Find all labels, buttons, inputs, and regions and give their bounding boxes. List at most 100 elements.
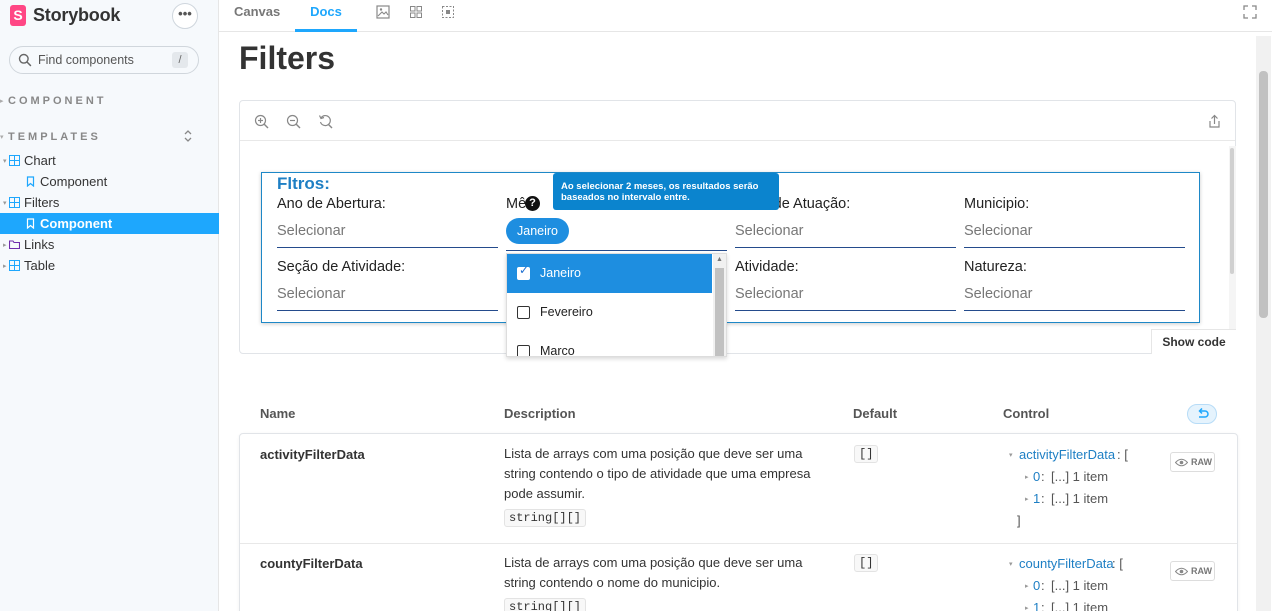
arg-default: [] (854, 554, 879, 572)
collapse-caret-icon[interactable]: ▾ (0, 133, 4, 141)
zoom-out-icon[interactable] (286, 114, 301, 129)
sidebar-item-links[interactable]: ▸ Links (0, 234, 219, 255)
sidebar-item-label: Chart (24, 153, 56, 168)
preview-toolbar (240, 101, 1235, 141)
storybook-logo: S (10, 5, 26, 26)
search-input[interactable] (38, 47, 173, 73)
zoom-reset-icon[interactable] (318, 114, 333, 129)
selected-month-chip[interactable]: Janeiro (506, 218, 569, 244)
scrollbar-thumb[interactable] (715, 268, 724, 356)
control-key[interactable]: activityFilterData (1019, 447, 1115, 462)
control-entry-key[interactable]: 1 (1033, 491, 1040, 506)
caret-icon: ▸ (3, 241, 7, 249)
control-separator: : [ (1117, 447, 1128, 462)
sidebar-item-chart-component[interactable]: Component (0, 171, 219, 192)
select-secao-atividade[interactable]: Selecionar (277, 284, 498, 311)
select-municipio[interactable]: Selecionar (964, 221, 1185, 248)
select-ano-abertura[interactable]: Selecionar (277, 221, 498, 248)
reset-controls-button[interactable] (1187, 404, 1217, 424)
control-separator: : [ (1112, 556, 1123, 571)
folder-icon (9, 240, 20, 250)
month-option-label: Janeiro (540, 266, 581, 280)
help-icon[interactable]: ? (525, 196, 540, 211)
caret-icon: ▾ (3, 157, 7, 165)
sidebar-menu-button[interactable]: ••• (172, 3, 198, 29)
sidebar-item-filters-component[interactable]: Component (0, 213, 219, 234)
column-header-description: Description (504, 406, 576, 421)
docs-scrollbar[interactable] (1256, 36, 1271, 611)
raw-label: RAW (1191, 457, 1212, 467)
control-entry-key[interactable]: 0 (1033, 578, 1040, 593)
sidebar-item-chart[interactable]: ▾ Chart (0, 150, 219, 171)
group-component[interactable]: COMPONENT (8, 95, 107, 107)
tab-canvas[interactable]: Canvas (234, 0, 280, 32)
field-label-municipio: Municipio: (964, 196, 1030, 212)
arg-type: string[][] (504, 509, 587, 527)
control-entry-sep: : (1041, 469, 1045, 484)
zoom-in-icon[interactable] (254, 114, 269, 129)
component-grid-icon (9, 197, 20, 208)
collapse-caret-icon[interactable]: ▸ (0, 97, 4, 105)
preview-scrollbar[interactable] (1229, 146, 1236, 331)
expand-collapse-icon[interactable] (182, 129, 194, 143)
field-label-atividade: Atividade: (735, 259, 799, 275)
dropdown-scrollbar[interactable]: ▲ (713, 254, 726, 356)
show-code-button[interactable]: Show code (1151, 329, 1236, 354)
raw-toggle-button[interactable]: RAW (1170, 561, 1215, 581)
select-setor-atuacao[interactable]: Selecionar (735, 221, 956, 248)
sidebar-item-label: Table (24, 258, 56, 273)
control-entry-value: [...] 1 item (1051, 600, 1109, 611)
month-option[interactable]: Fevereiro (507, 293, 712, 332)
group-templates[interactable]: TEMPLATES (8, 131, 101, 143)
expand-caret-icon[interactable]: ▸ (1025, 604, 1029, 611)
bookmark-icon (26, 218, 35, 229)
expand-caret-icon[interactable]: ▸ (1025, 582, 1029, 590)
control-entry-key[interactable]: 1 (1033, 600, 1040, 611)
outline-icon[interactable] (441, 5, 455, 19)
select-atividade[interactable]: Selecionar (735, 284, 956, 311)
search-icon (18, 53, 32, 67)
control-key[interactable]: countyFilterData (1019, 556, 1114, 571)
tab-docs[interactable]: Docs (295, 0, 357, 32)
filters-title: Fltros: (277, 174, 330, 193)
expand-caret-icon[interactable]: ▸ (1025, 495, 1029, 503)
select-natureza[interactable]: Selecionar (964, 284, 1185, 311)
search-box: / (9, 46, 199, 74)
sidebar-item-filters[interactable]: ▾ Filters (0, 192, 219, 213)
undo-icon (1198, 408, 1209, 418)
image-icon[interactable] (376, 5, 390, 19)
collapse-caret-icon[interactable]: ▾ (1009, 451, 1013, 459)
search-shortcut-key: / (172, 52, 188, 68)
month-option-label: Fevereiro (540, 305, 593, 319)
month-option[interactable]: ✓ Janeiro (507, 254, 712, 293)
bookmark-icon (26, 176, 35, 187)
arg-name: activityFilterData (260, 447, 365, 462)
fullscreen-icon[interactable] (1243, 5, 1257, 19)
sidebar-item-label: Filters (24, 195, 60, 210)
control-entry-value: [...] 1 item (1051, 578, 1109, 593)
raw-label: RAW (1191, 566, 1212, 576)
arg-name: countyFilterData (260, 556, 363, 571)
checkbox-icon[interactable] (517, 306, 530, 319)
control-entry-key[interactable]: 0 (1033, 469, 1040, 484)
grid-icon[interactable] (409, 5, 423, 19)
top-toolbar: Canvas Docs (219, 0, 1272, 32)
month-option[interactable]: Marco (507, 332, 712, 356)
sidebar-item-label: Component (40, 174, 108, 189)
checkbox-icon[interactable] (517, 345, 530, 356)
control-close-bracket: ] (1017, 513, 1021, 528)
control-entry-value: [...] 1 item (1051, 491, 1109, 506)
scrollbar-thumb[interactable] (1230, 148, 1234, 274)
sidebar-item-label: Links (24, 237, 55, 252)
scroll-up-arrow-icon[interactable]: ▲ (716, 256, 723, 263)
expand-caret-icon[interactable]: ▸ (1025, 473, 1029, 481)
collapse-caret-icon[interactable]: ▾ (1009, 560, 1013, 568)
scrollbar-thumb[interactable] (1259, 71, 1268, 318)
checkbox-checked-icon[interactable]: ✓ (517, 263, 530, 280)
share-icon[interactable] (1207, 114, 1222, 129)
filters-component: Fltros: Ano de Abertura: Selecionar Mês:… (261, 172, 1200, 357)
caret-icon: ▾ (3, 199, 7, 207)
storybook-brand[interactable]: S Storybook (10, 5, 120, 26)
raw-toggle-button[interactable]: RAW (1170, 452, 1215, 472)
sidebar-item-table[interactable]: ▸ Table (0, 255, 219, 276)
